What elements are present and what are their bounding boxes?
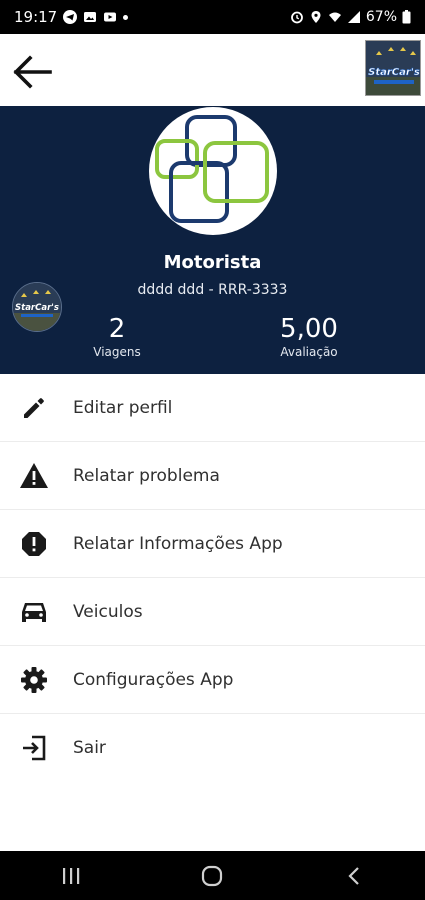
location-icon <box>311 11 321 23</box>
menu-item-report-app-info[interactable]: Relatar Informações App <box>0 510 425 578</box>
warning-icon <box>19 461 49 491</box>
menu-item-label: Sair <box>73 738 106 758</box>
menu-item-edit-profile[interactable]: Editar perfil <box>0 374 425 442</box>
back-nav-button[interactable] <box>324 858 384 894</box>
profile-header: Motorista dddd ddd - RRR-3333 StarCar's … <box>0 106 425 374</box>
vehicle-info: dddd ddd - RRR-3333 <box>137 282 288 298</box>
status-time: 19:17 <box>14 8 58 26</box>
back-button[interactable] <box>10 54 54 90</box>
notification-dot-icon <box>123 14 129 20</box>
trips-stat: 2 Viagens <box>76 315 158 359</box>
app-bar: StarCar's <box>0 34 425 106</box>
gear-icon <box>19 665 49 695</box>
pencil-icon <box>19 393 49 423</box>
logo-text: StarCar's <box>368 67 420 78</box>
chevron-left-icon <box>348 866 359 885</box>
status-bar: 19:17 67% <box>0 0 425 34</box>
rating-stat: 5,00 Avaliação <box>266 315 352 359</box>
company-logo-icon <box>155 115 269 223</box>
telegram-icon <box>63 10 78 24</box>
battery-percentage: 67% <box>365 9 397 25</box>
gallery-icon <box>84 12 97 22</box>
alert-octagon-icon <box>19 529 49 559</box>
profile-avatar[interactable] <box>149 107 277 235</box>
alarm-icon <box>290 11 303 24</box>
recents-button[interactable] <box>41 858 101 894</box>
youtube-icon <box>104 12 117 22</box>
menu-item-logout[interactable]: Sair <box>0 714 425 782</box>
home-icon <box>202 865 223 886</box>
trips-label: Viagens <box>93 345 141 359</box>
profile-menu: Editar perfil Relatar problema Relatar I… <box>0 374 425 782</box>
arrow-left-icon <box>13 55 52 89</box>
menu-item-vehicles[interactable]: Veiculos <box>0 578 425 646</box>
system-nav-bar <box>0 851 425 900</box>
menu-item-label: Relatar problema <box>73 465 220 486</box>
profile-name: Motorista <box>163 252 262 273</box>
menu-item-report-problem[interactable]: Relatar problema <box>0 442 425 510</box>
rating-label: Avaliação <box>280 345 338 359</box>
menu-item-label: Configurações App <box>73 669 234 690</box>
battery-icon <box>402 10 411 24</box>
badge-logo-text: StarCar's <box>15 303 59 313</box>
menu-item-label: Veiculos <box>73 601 143 622</box>
menu-item-label: Relatar Informações App <box>73 533 283 554</box>
signal-icon <box>347 11 360 23</box>
menu-item-app-settings[interactable]: Configurações App <box>0 646 425 714</box>
trips-count: 2 <box>108 314 126 344</box>
starcars-logo: StarCar's <box>365 40 421 96</box>
menu-item-label: Editar perfil <box>73 397 173 418</box>
rating-value: 5,00 <box>280 314 338 344</box>
car-icon <box>19 597 49 627</box>
logout-icon <box>19 733 49 763</box>
home-button[interactable] <box>182 858 242 894</box>
recents-icon <box>62 867 80 884</box>
starcars-badge-logo: StarCar's <box>12 282 62 332</box>
wifi-icon <box>328 12 341 22</box>
